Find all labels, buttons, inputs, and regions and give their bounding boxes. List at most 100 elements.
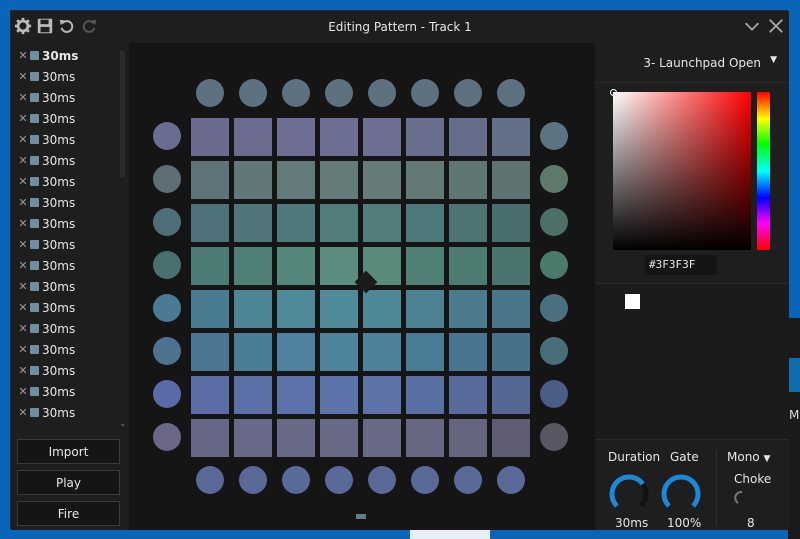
grid-pad[interactable] bbox=[363, 204, 401, 242]
delete-frame-icon[interactable]: ✕ bbox=[18, 217, 28, 230]
frame-item[interactable]: ✕ 30ms bbox=[11, 129, 119, 150]
grid-pad[interactable] bbox=[234, 419, 272, 457]
scroll-down-icon[interactable]: ⌄ bbox=[119, 419, 127, 429]
delete-frame-icon[interactable]: ✕ bbox=[18, 280, 28, 293]
grid-pad[interactable] bbox=[234, 161, 272, 199]
grid-pad[interactable] bbox=[406, 161, 444, 199]
grid-pad[interactable] bbox=[492, 333, 530, 371]
left-button[interactable] bbox=[153, 423, 181, 451]
grid-pad[interactable] bbox=[449, 419, 487, 457]
grid-pad[interactable] bbox=[277, 419, 315, 457]
grid-pad[interactable] bbox=[406, 204, 444, 242]
right-button[interactable] bbox=[540, 423, 568, 451]
delete-frame-icon[interactable]: ✕ bbox=[18, 322, 28, 335]
grid-pad[interactable] bbox=[320, 419, 358, 457]
grid-pad[interactable] bbox=[492, 290, 530, 328]
scrollbar-thumb[interactable] bbox=[120, 51, 125, 177]
delete-frame-icon[interactable]: ✕ bbox=[18, 154, 28, 167]
right-button[interactable] bbox=[540, 122, 568, 150]
color-swatch-area[interactable] bbox=[595, 283, 789, 439]
grid-pad[interactable] bbox=[277, 290, 315, 328]
delete-frame-icon[interactable]: ✕ bbox=[18, 91, 28, 104]
grid-pad[interactable] bbox=[492, 118, 530, 156]
frame-item[interactable]: ✕ 30ms bbox=[11, 171, 119, 192]
device-selector[interactable]: 3- Launchpad Open ▼ bbox=[595, 43, 789, 83]
frame-item[interactable]: ✕ 30ms bbox=[11, 276, 119, 297]
frame-item[interactable]: ✕ 30ms bbox=[11, 318, 119, 339]
left-button[interactable] bbox=[153, 208, 181, 236]
grid-pad[interactable] bbox=[363, 333, 401, 371]
grid-pad[interactable] bbox=[277, 161, 315, 199]
delete-frame-icon[interactable]: ✕ bbox=[18, 343, 28, 356]
grid-pad[interactable] bbox=[363, 419, 401, 457]
saturation-value-picker[interactable] bbox=[610, 89, 751, 250]
frame-item[interactable]: ✕ 30ms bbox=[11, 381, 119, 402]
left-button[interactable] bbox=[153, 122, 181, 150]
grid-pad[interactable] bbox=[320, 376, 358, 414]
delete-frame-icon[interactable]: ✕ bbox=[18, 238, 28, 251]
top-button[interactable] bbox=[239, 79, 267, 107]
grid-pad[interactable] bbox=[449, 247, 487, 285]
delete-frame-icon[interactable]: ✕ bbox=[18, 364, 28, 377]
hue-slider[interactable] bbox=[757, 92, 770, 250]
grid-pad[interactable] bbox=[406, 247, 444, 285]
frame-list[interactable]: ✕ 30ms ✕ 30ms ✕ 30ms ✕ 30ms ✕ 30ms ✕ 30ms ✕ 30ms ✕ 30ms… bbox=[11, 45, 119, 429]
frame-item[interactable]: ✕ 30ms bbox=[11, 108, 119, 129]
grid-pad[interactable] bbox=[234, 290, 272, 328]
grid-pad[interactable] bbox=[449, 290, 487, 328]
delete-frame-icon[interactable]: ✕ bbox=[18, 112, 28, 125]
grid-pad[interactable] bbox=[492, 161, 530, 199]
grid-pad[interactable] bbox=[191, 247, 229, 285]
bottom-button[interactable] bbox=[325, 466, 353, 494]
bottom-button[interactable] bbox=[411, 466, 439, 494]
grid-pad[interactable] bbox=[320, 247, 358, 285]
grid-pad[interactable] bbox=[406, 419, 444, 457]
grid-pad[interactable] bbox=[234, 204, 272, 242]
grid-pad[interactable] bbox=[406, 376, 444, 414]
bottom-button[interactable] bbox=[239, 466, 267, 494]
frame-item[interactable]: ✕ 30ms bbox=[11, 45, 119, 66]
left-button[interactable] bbox=[153, 337, 181, 365]
grid-pad[interactable] bbox=[234, 376, 272, 414]
grid-pad[interactable] bbox=[277, 376, 315, 414]
grid-pad[interactable] bbox=[234, 118, 272, 156]
play-button[interactable]: Play bbox=[17, 470, 120, 495]
top-button[interactable] bbox=[325, 79, 353, 107]
grid-pad[interactable] bbox=[191, 333, 229, 371]
grid-pad[interactable] bbox=[363, 161, 401, 199]
delete-frame-icon[interactable]: ✕ bbox=[18, 259, 28, 272]
grid-pad[interactable] bbox=[191, 118, 229, 156]
chevron-down-icon[interactable] bbox=[743, 17, 761, 35]
bottom-button[interactable] bbox=[282, 466, 310, 494]
grid-pad[interactable] bbox=[320, 290, 358, 328]
left-button[interactable] bbox=[153, 251, 181, 279]
grid-pad[interactable] bbox=[449, 161, 487, 199]
grid-pad[interactable] bbox=[277, 333, 315, 371]
duration-knob[interactable] bbox=[607, 472, 651, 516]
frame-item[interactable]: ✕ 30ms bbox=[11, 192, 119, 213]
frame-item[interactable]: ✕ 30ms bbox=[11, 150, 119, 171]
grid-pad[interactable] bbox=[406, 333, 444, 371]
right-button[interactable] bbox=[540, 165, 568, 193]
right-button[interactable] bbox=[540, 337, 568, 365]
color-swatch[interactable] bbox=[625, 294, 640, 309]
left-button[interactable] bbox=[153, 165, 181, 193]
grid-pad[interactable] bbox=[191, 376, 229, 414]
delete-frame-icon[interactable]: ✕ bbox=[18, 406, 28, 419]
delete-frame-icon[interactable]: ✕ bbox=[18, 175, 28, 188]
delete-frame-icon[interactable]: ✕ bbox=[18, 70, 28, 83]
mode-selector[interactable]: Mono ▼ bbox=[727, 450, 770, 464]
grid-pad[interactable] bbox=[320, 333, 358, 371]
bottom-button[interactable] bbox=[196, 466, 224, 494]
grid-pad[interactable] bbox=[320, 118, 358, 156]
frame-list-scrollbar[interactable]: ⌄ bbox=[119, 45, 127, 429]
grid-pad[interactable] bbox=[492, 247, 530, 285]
grid-pad[interactable] bbox=[320, 161, 358, 199]
frame-item[interactable]: ✕ 30ms bbox=[11, 213, 119, 234]
right-button[interactable] bbox=[540, 251, 568, 279]
grid-pad[interactable] bbox=[449, 204, 487, 242]
grid-pad[interactable] bbox=[234, 333, 272, 371]
grid-pad[interactable] bbox=[277, 247, 315, 285]
bottom-button[interactable] bbox=[454, 466, 482, 494]
grid-pad[interactable] bbox=[363, 118, 401, 156]
